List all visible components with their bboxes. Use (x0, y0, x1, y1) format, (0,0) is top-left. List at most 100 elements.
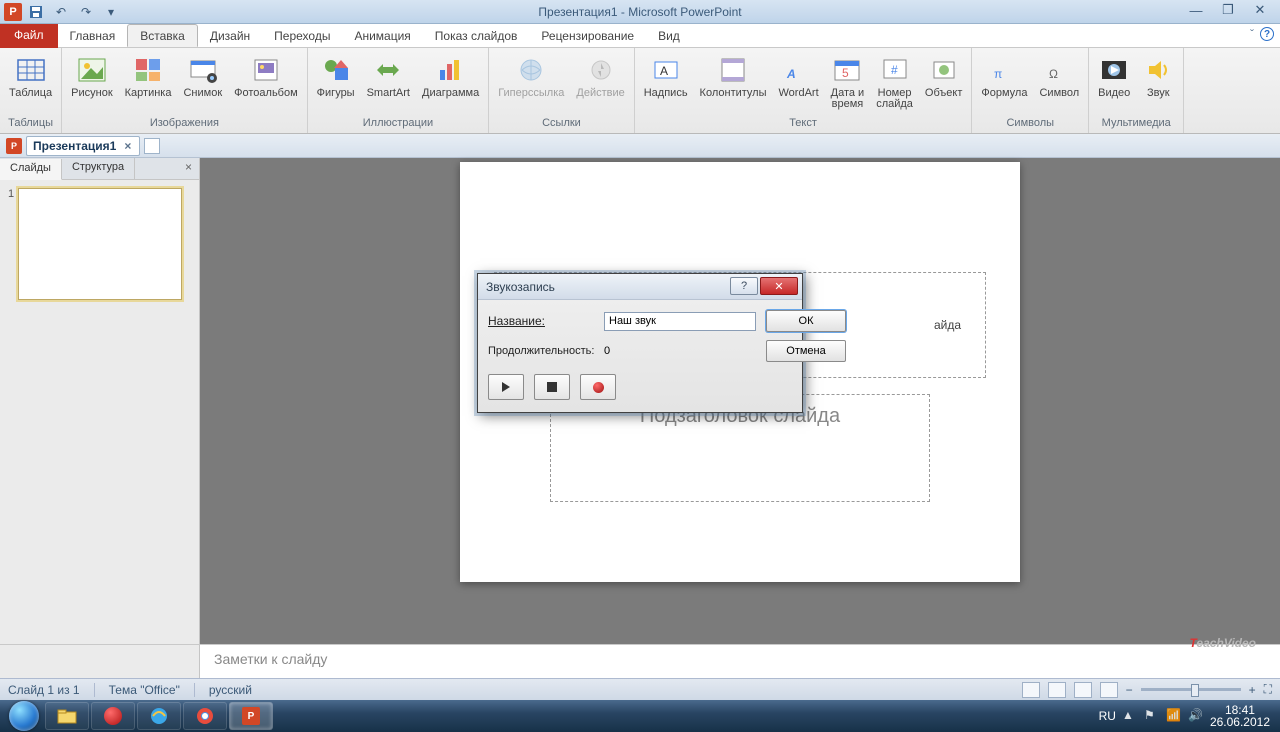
file-tab[interactable]: Файл (0, 24, 58, 48)
ribbon-tabs: Файл ГлавнаяВставкаДизайнПереходыАнимаци… (0, 24, 1280, 48)
ribbon-button-label: Фотоальбом (234, 88, 298, 99)
doc-icon: P (6, 138, 22, 154)
menu-tab-4[interactable]: Анимация (342, 24, 422, 47)
taskbar-ie[interactable] (137, 702, 181, 730)
slide-thumbnail[interactable]: 1 (8, 188, 191, 300)
menu-tab-6[interactable]: Рецензирование (529, 24, 646, 47)
ribbon-smartart-button[interactable]: SmartArt (362, 51, 415, 117)
ribbon-group-label: Текст (635, 117, 972, 133)
ribbon-textbox-button[interactable]: AНадпись (639, 51, 693, 117)
taskbar-explorer[interactable] (45, 702, 89, 730)
slideshow-view-button[interactable] (1100, 682, 1118, 698)
thumb-number: 1 (8, 188, 14, 300)
symbol-icon: Ω (1043, 54, 1075, 86)
qat-redo-icon[interactable]: ↷ (75, 1, 97, 23)
window-close-button[interactable]: ✕ (1244, 1, 1276, 19)
ribbon-link-button: Гиперссылка (493, 51, 569, 117)
qat-save-icon[interactable] (25, 1, 47, 23)
document-close-icon[interactable]: × (122, 139, 133, 153)
name-input[interactable] (604, 312, 756, 331)
taskbar-chrome[interactable] (183, 702, 227, 730)
menu-tab-7[interactable]: Вид (646, 24, 692, 47)
record-button[interactable] (580, 374, 616, 400)
ok-button[interactable]: ОК (766, 310, 846, 332)
taskbar-opera[interactable] (91, 702, 135, 730)
help-icon[interactable]: ? (1260, 27, 1274, 41)
ribbon-table-button[interactable]: Таблица (4, 51, 57, 117)
qat-undo-icon[interactable]: ↶ (50, 1, 72, 23)
qat-customize-icon[interactable]: ▾ (100, 1, 122, 23)
cancel-button[interactable]: Отмена (766, 340, 846, 362)
ribbon-screenshot-button[interactable]: Снимок (178, 51, 227, 117)
start-button[interactable] (4, 700, 44, 732)
ribbon-button-label: WordArt (779, 88, 819, 99)
ribbon-clipart-button[interactable]: Картинка (120, 51, 177, 117)
ribbon-shapes-button[interactable]: Фигуры (312, 51, 360, 117)
audio-icon (1142, 54, 1174, 86)
tray-clock[interactable]: 18:41 26.06.2012 (1210, 704, 1276, 728)
minimize-button[interactable]: — (1180, 1, 1212, 19)
ribbon-headerfooter-button[interactable]: Колонтитулы (695, 51, 772, 117)
ribbon-button-label: Звук (1147, 88, 1170, 99)
menu-tab-2[interactable]: Дизайн (198, 24, 262, 47)
ribbon-symbol-button[interactable]: ΩСимвол (1034, 51, 1084, 117)
ribbon-action-button: Действие (571, 51, 629, 117)
ribbon-group-label: Символы (972, 117, 1088, 133)
fit-window-button[interactable]: ⛶ (1264, 682, 1272, 697)
play-button[interactable] (488, 374, 524, 400)
maximize-button[interactable]: ❐ (1212, 1, 1244, 19)
status-language[interactable]: русский (209, 683, 252, 697)
ribbon-video-button[interactable]: Видео (1093, 51, 1135, 117)
menu-tab-3[interactable]: Переходы (262, 24, 342, 47)
dialog-close-button[interactable]: ✕ (760, 277, 798, 295)
ribbon-button-label: Картинка (125, 88, 172, 99)
ribbon-object-button[interactable]: Объект (920, 51, 967, 117)
wordart-icon: A (783, 54, 815, 86)
ribbon-album-button[interactable]: Фотоальбом (229, 51, 303, 117)
notes-placeholder[interactable]: Заметки к слайду (200, 645, 1280, 678)
ribbon-equation-button[interactable]: π Формула (976, 51, 1032, 117)
tray-volume-icon[interactable]: 🔊 (1188, 708, 1204, 724)
ribbon-slidenum-button[interactable]: #Номер слайда (871, 51, 918, 117)
dialog-help-button[interactable]: ? (730, 277, 758, 295)
normal-view-button[interactable] (1022, 682, 1040, 698)
taskbar-powerpoint[interactable]: P (229, 702, 273, 730)
ribbon-button-label: Гиперссылка (498, 88, 564, 99)
svg-text:π: π (994, 67, 1002, 81)
notes-pane: Заметки к слайду (0, 644, 1280, 678)
blank-doc-icon[interactable] (144, 138, 160, 154)
smartart-icon (372, 54, 404, 86)
ribbon-button-label: Формула (981, 88, 1027, 99)
svg-text:#: # (891, 63, 898, 77)
ribbon-chart-button[interactable]: Диаграмма (417, 51, 484, 117)
outline-tab[interactable]: Структура (62, 158, 135, 179)
stop-button[interactable] (534, 374, 570, 400)
picture-icon (76, 54, 108, 86)
tray-action-center-icon[interactable]: ⚑ (1144, 708, 1160, 724)
ribbon-audio-button[interactable]: Звук (1137, 51, 1179, 117)
ribbon-group: AНадписьКолонтитулы A WordArt 5Дата и время… (635, 48, 973, 133)
tray-lang[interactable]: RU (1099, 709, 1116, 723)
slides-tab[interactable]: Слайды (0, 159, 62, 180)
slides-pane: Слайды Структура × 1 (0, 158, 200, 644)
dialog-titlebar[interactable]: Звукозапись ? ✕ (478, 274, 802, 300)
menu-tab-5[interactable]: Показ слайдов (423, 24, 530, 47)
ribbon-button-label: SmartArt (367, 88, 410, 99)
pane-close-icon[interactable]: × (178, 158, 199, 179)
ribbon-group-label: Ссылки (489, 117, 634, 133)
menu-tab-0[interactable]: Главная (58, 24, 128, 47)
document-tab[interactable]: Презентация1 × (26, 136, 140, 156)
zoom-slider[interactable] (1141, 688, 1241, 691)
sorter-view-button[interactable] (1048, 682, 1066, 698)
ribbon-minimize-icon[interactable]: ˇ (1250, 27, 1254, 41)
tray-network-icon[interactable]: 📶 (1166, 708, 1182, 724)
menu-tab-1[interactable]: Вставка (127, 24, 198, 47)
ribbon-datetime-button[interactable]: 5Дата и время (826, 51, 870, 117)
zoom-in-button[interactable]: + (1249, 683, 1256, 697)
ribbon-picture-button[interactable]: Рисунок (66, 51, 118, 117)
ribbon-wordart-button[interactable]: A WordArt (774, 51, 824, 117)
window-titlebar: P ↶ ↷ ▾ Презентация1 - Microsoft PowerPo… (0, 0, 1280, 24)
reading-view-button[interactable] (1074, 682, 1092, 698)
tray-flag-icon[interactable]: ▲ (1122, 708, 1138, 724)
zoom-out-button[interactable]: − (1126, 683, 1133, 697)
